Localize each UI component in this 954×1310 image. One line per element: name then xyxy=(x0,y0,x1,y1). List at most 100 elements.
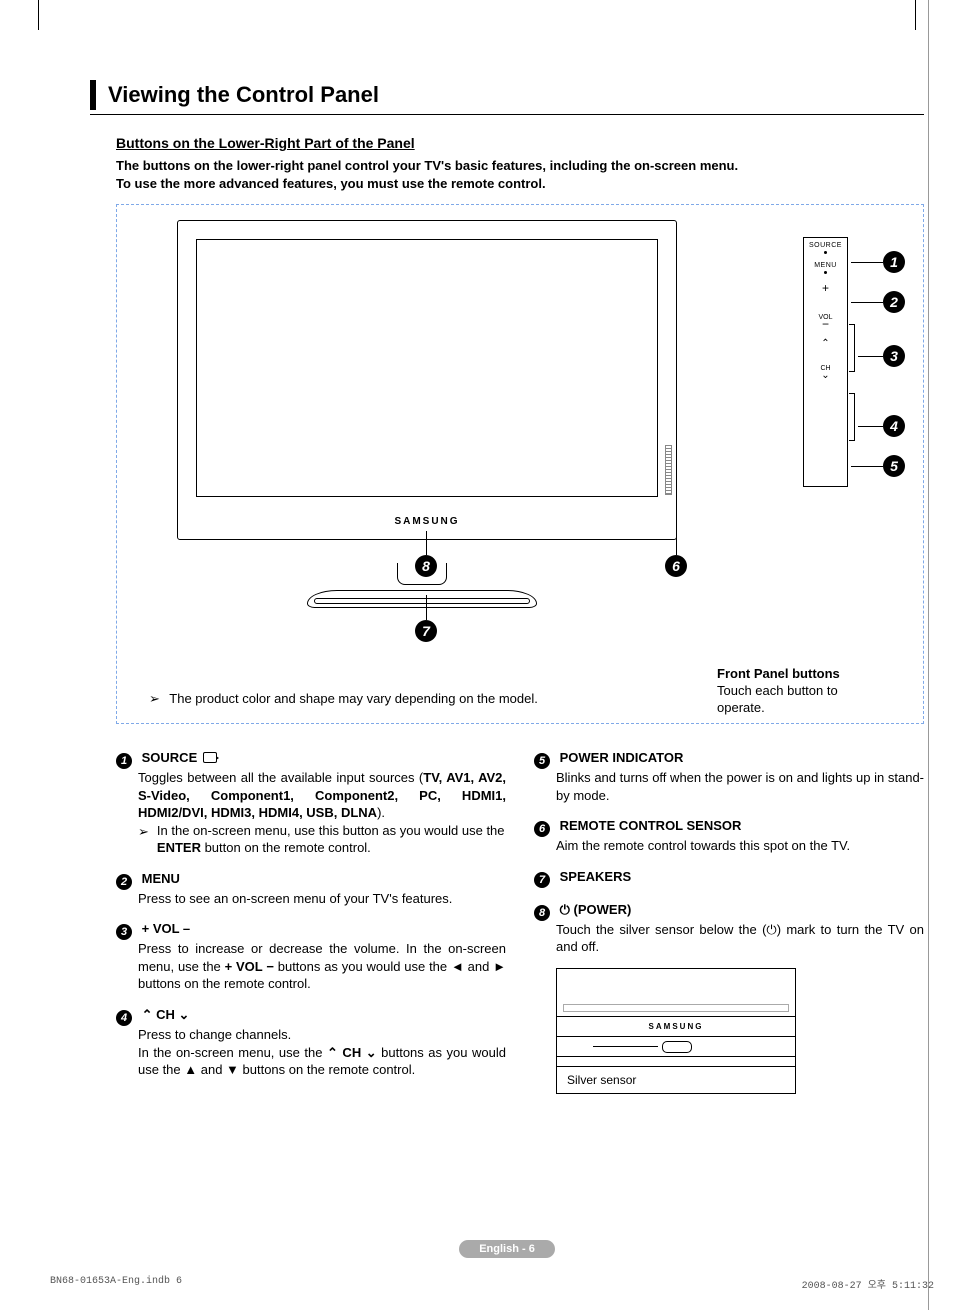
item-heading: 5 POWER INDICATOR xyxy=(534,750,924,769)
subheading: Buttons on the Lower-Right Part of the P… xyxy=(116,135,924,151)
crop-mark xyxy=(38,0,39,30)
note-arrow-icon: ➢ xyxy=(138,823,149,857)
tv-stand-base xyxy=(307,590,537,608)
leader-line xyxy=(851,302,883,303)
item-heading: 2 MENU xyxy=(116,871,506,890)
item-heading: 7 SPEAKERS xyxy=(534,869,924,888)
item-heading: 6 REMOTE CONTROL SENSOR xyxy=(534,818,924,837)
badge-3: 3 xyxy=(116,924,132,940)
item-source: 1 SOURCE Toggles between all the availab… xyxy=(116,750,506,857)
silver-fig-base xyxy=(557,1057,795,1067)
badge-6: 6 xyxy=(534,821,550,837)
bold: + VOL − xyxy=(225,959,274,974)
item-body: Touch the silver sensor below the (⏻) ma… xyxy=(556,921,924,956)
leader-line xyxy=(858,356,883,357)
badge-4: 4 xyxy=(116,1010,132,1026)
chevron-up-icon: ⌃ xyxy=(142,1007,153,1022)
silver-sensor-label: Silver sensor xyxy=(557,1067,795,1093)
diagram-note: ➢ The product color and shape may vary d… xyxy=(149,691,538,707)
item-title: SOURCE xyxy=(142,750,198,765)
front-panel-title: Front Panel buttons xyxy=(717,666,887,683)
callout-1: 1 xyxy=(883,251,905,273)
source-icon xyxy=(203,752,217,763)
panel-label-ch: CH xyxy=(804,365,847,372)
tv-screen xyxy=(196,239,658,497)
item-heading: 8 ⏻ (POWER) xyxy=(534,902,924,921)
tv-brand-logo: SAMSUNG xyxy=(178,516,676,527)
item-ch: 4 ⌃ CH ⌄ Press to change channels. In th… xyxy=(116,1007,506,1079)
badge-1: 1 xyxy=(116,753,132,769)
tv-outline: SAMSUNG xyxy=(177,220,677,540)
leader-line xyxy=(426,595,427,620)
item-title: REMOTE CONTROL SENSOR xyxy=(560,818,742,833)
body-text: In the on-screen menu, use the xyxy=(138,1045,327,1060)
crop-mark xyxy=(915,0,916,30)
note-arrow-icon: ➢ xyxy=(149,691,160,706)
page-number-pill: English - 6 xyxy=(90,1240,924,1258)
silver-fig-brand: SAMSUNG xyxy=(557,1017,795,1037)
item-remote-sensor: 6 REMOTE CONTROL SENSOR Aim the remote c… xyxy=(534,818,924,855)
callout-3: 3 xyxy=(883,345,905,367)
item-power: 8 ⏻ (POWER) Touch the silver sensor belo… xyxy=(534,902,924,1094)
item-heading: 3 + VOL – xyxy=(116,921,506,940)
doc-footer-left: BN68-01653A-Eng.indb 6 xyxy=(50,1276,182,1292)
leader-line xyxy=(676,511,677,555)
item-speakers: 7 SPEAKERS xyxy=(534,869,924,888)
front-panel-body: Touch each button to operate. xyxy=(717,683,838,715)
item-body: Press to see an on-screen menu of your T… xyxy=(138,890,506,908)
sub-note: ➢ In the on-screen menu, use this button… xyxy=(138,822,506,857)
crop-mark xyxy=(928,0,929,1310)
silver-fig-sensor xyxy=(557,1037,795,1057)
section-title-block: Viewing the Control Panel xyxy=(90,80,924,115)
item-vol: 3 + VOL – Press to increase or decrease … xyxy=(116,921,506,993)
sub-note-text: In the on-screen menu, use this button a… xyxy=(157,822,506,857)
title-bar xyxy=(90,80,96,110)
item-menu: 2 MENU Press to see an on-screen menu of… xyxy=(116,871,506,908)
badge-5: 5 xyxy=(534,753,550,769)
bold: ENTER xyxy=(157,840,201,855)
bracket xyxy=(849,324,855,372)
panel-label-source: SOURCE xyxy=(804,242,847,249)
callout-2: 2 xyxy=(883,291,905,313)
callout-4: 4 xyxy=(883,415,905,437)
chevron-down-icon: ⌄ xyxy=(804,371,847,381)
item-title: POWER INDICATOR xyxy=(560,750,684,765)
page-title: Viewing the Control Panel xyxy=(108,82,379,108)
speaker-grille xyxy=(665,445,672,495)
leader-line xyxy=(858,426,883,427)
ch-symbol: ⌃ CH ⌄ xyxy=(327,1045,377,1060)
badge-8: 8 xyxy=(534,905,550,921)
item-title: SPEAKERS xyxy=(560,869,632,884)
intro-text: The buttons on the lower-right panel con… xyxy=(116,157,924,192)
page-number-text: English - 6 xyxy=(459,1240,555,1258)
item-title: + VOL – xyxy=(142,921,191,936)
item-power-indicator: 5 POWER INDICATOR Blinks and turns off w… xyxy=(534,750,924,804)
panel-label-vol: VOL xyxy=(804,314,847,321)
power-icon: ⏻ xyxy=(766,922,776,937)
right-column: 5 POWER INDICATOR Blinks and turns off w… xyxy=(534,750,924,1108)
document-footer: BN68-01653A-Eng.indb 6 2008-08-27 오후 5:1… xyxy=(50,1276,934,1292)
front-panel-note: Front Panel buttons Touch each button to… xyxy=(717,666,887,717)
silver-fig-top xyxy=(557,969,795,1017)
panel-label-menu: MENU xyxy=(804,262,847,269)
callout-7: 7 xyxy=(415,620,437,642)
item-title: MENU xyxy=(142,871,180,886)
body-text: ). xyxy=(377,805,385,820)
item-heading: 1 SOURCE xyxy=(116,750,506,769)
callout-5: 5 xyxy=(883,455,905,477)
doc-footer-right: 2008-08-27 오후 5:11:32 xyxy=(802,1276,934,1292)
callout-6: 6 xyxy=(665,555,687,577)
body-text: Toggles between all the available input … xyxy=(138,770,423,785)
description-columns: 1 SOURCE Toggles between all the availab… xyxy=(116,750,924,1108)
body-text: Touch the silver sensor below the ( xyxy=(556,922,766,937)
silver-sensor-figure: SAMSUNG Silver sensor xyxy=(556,968,796,1094)
intro-line: The buttons on the lower-right panel con… xyxy=(116,158,738,173)
chevron-down-icon: ⌄ xyxy=(179,1007,190,1022)
panel-dot xyxy=(824,271,827,274)
diagram-note-text: The product color and shape may vary dep… xyxy=(169,691,538,706)
leader-line xyxy=(851,262,883,263)
leader-line xyxy=(851,466,883,467)
bold: ⌃ CH ⌄ xyxy=(327,1045,377,1060)
bracket xyxy=(849,393,855,441)
chevron-up-icon: ⌃ xyxy=(804,339,847,349)
